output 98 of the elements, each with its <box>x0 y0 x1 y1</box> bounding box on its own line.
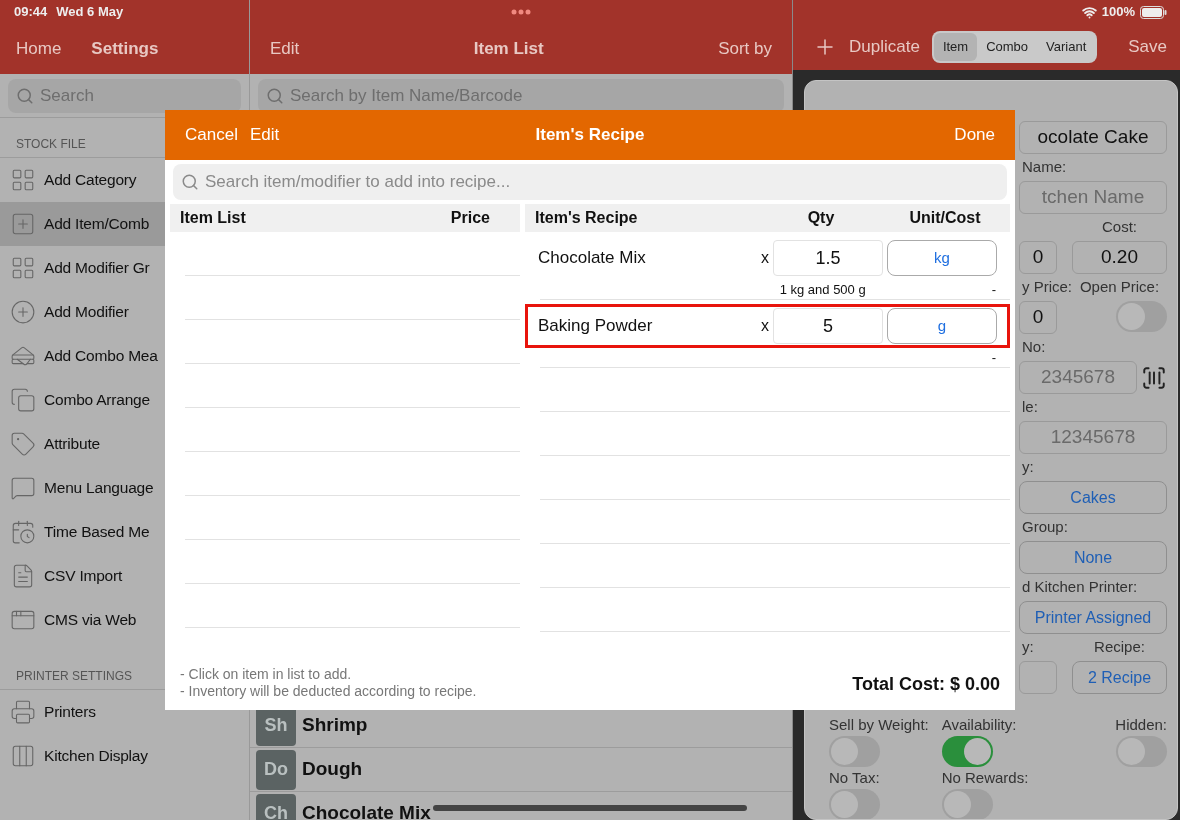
cost-value: - <box>991 348 996 367</box>
total-cost: Total Cost: $ 0.00 <box>852 673 1000 696</box>
toggle-switch[interactable] <box>1116 301 1167 332</box>
item-initials: Ch <box>256 793 296 820</box>
field-label: le: <box>1021 397 1038 418</box>
unit-button[interactable]: g <box>887 308 997 344</box>
duplicate-button[interactable]: Duplicate <box>849 34 920 60</box>
field-label: Name: <box>1021 157 1067 178</box>
speech-bubble-icon <box>10 475 36 501</box>
text-field[interactable] <box>1019 661 1057 694</box>
toggle-switch[interactable] <box>829 736 880 767</box>
toggle-switch[interactable] <box>941 736 993 767</box>
field-label: Group: <box>1021 517 1068 538</box>
sidebar-item[interactable]: Combo Arrange <box>0 378 165 422</box>
item-initials: Do <box>256 749 296 790</box>
column-header: Item's Recipe <box>535 208 639 228</box>
text-field[interactable]: 0.20 <box>1072 241 1167 274</box>
sidebar-item[interactable]: Kitchen Display <box>0 734 165 778</box>
sidebar-item[interactable]: Add Category <box>0 158 165 202</box>
field-label: y: <box>1021 457 1034 478</box>
unit-button[interactable]: kg <box>887 240 997 276</box>
field-label: d Kitchen Printer: <box>1021 577 1138 598</box>
header-title: Settings <box>91 38 159 61</box>
sidebar-item[interactable]: Add Combo Mea <box>0 334 165 378</box>
recipe-item-name: Chocolate Mix <box>538 247 647 270</box>
grid-icon <box>10 255 36 281</box>
switch-label: No Tax: <box>829 768 880 785</box>
switch-label: Sell by Weight: <box>829 715 929 732</box>
recipe-item-name: Baking Powder <box>538 315 654 338</box>
field-label: y: <box>1021 637 1034 658</box>
field-label: Recipe: <box>1093 637 1146 658</box>
recipe-row[interactable]: Baking Powder x 5 g <box>525 304 1010 348</box>
field-label: y Price: <box>1021 277 1072 298</box>
wifi-icon <box>1081 4 1097 20</box>
text-field[interactable]: 0 <box>1019 241 1057 274</box>
qty-field[interactable]: 5 <box>773 308 883 344</box>
cost-value: - <box>991 280 996 299</box>
search-icon <box>181 173 199 191</box>
status-time: 09:44 <box>14 3 48 22</box>
sidebar-item[interactable]: Add Item/Comb <box>0 202 165 246</box>
hint-text: - Inventory will be deducted according to recipe. <box>180 683 477 700</box>
barcode-scan-icon[interactable] <box>1141 364 1167 391</box>
sidebar-item[interactable]: Printers <box>0 690 165 734</box>
battery-icon <box>1140 5 1167 19</box>
search-icon <box>16 86 34 105</box>
section-header: PRINTER SETTINGS <box>15 667 133 685</box>
multiply-sign: x <box>761 316 769 336</box>
switch-label: No Rewards: <box>941 768 1029 785</box>
switch-label: Availability: <box>941 715 1017 732</box>
grid-icon <box>10 167 36 193</box>
field-label: Cost: <box>1101 217 1138 238</box>
printer-icon <box>10 699 36 725</box>
segment-tab[interactable]: Variant <box>1037 33 1096 61</box>
battery-percentage: 100% <box>1101 3 1135 22</box>
sidebar-item[interactable]: Menu Language <box>0 466 165 510</box>
multiply-sign: x <box>761 248 769 268</box>
header-title: Item List <box>473 38 544 61</box>
column-header: Qty <box>806 208 836 228</box>
sidebar-item[interactable]: Time Based Me <box>0 510 165 554</box>
status-date: Wed 6 May <box>56 3 124 22</box>
search-icon <box>266 87 284 105</box>
text-field[interactable]: 0 <box>1019 301 1057 334</box>
item-row[interactable]: Do Dough <box>250 748 792 792</box>
multitasking-dots-icon[interactable] <box>511 9 531 15</box>
switch-label: Hidden: <box>1115 715 1167 732</box>
segment-tab[interactable]: Item <box>933 33 978 61</box>
section-header: STOCK FILE <box>15 135 87 153</box>
dialog-title: Item's Recipe <box>535 124 645 147</box>
home-button[interactable]: Home <box>16 36 62 62</box>
edit-button[interactable]: Edit <box>270 36 300 62</box>
circle-plus-icon <box>10 299 36 325</box>
segment-tab[interactable]: Combo <box>977 33 1038 61</box>
tag-icon <box>10 431 36 457</box>
unit-conversion: 1 kg and 500 g <box>778 280 867 299</box>
clock-icon <box>10 519 36 545</box>
toggle-switch[interactable] <box>941 789 993 819</box>
columns-icon <box>10 743 36 769</box>
home-indicator[interactable] <box>433 805 747 811</box>
save-button[interactable]: Save <box>1128 34 1167 60</box>
column-header: Item List <box>180 208 246 228</box>
sidebar-item[interactable]: Add Modifier <box>0 290 165 334</box>
toggle-switch[interactable] <box>829 789 880 819</box>
hint-text: - Click on item in list to add. <box>180 666 353 683</box>
sidebar-item[interactable]: Attribute <box>0 422 165 466</box>
column-header: Unit/Cost <box>908 208 982 228</box>
sidebar-item[interactable]: CSV Import <box>0 554 165 598</box>
toggle-switch[interactable] <box>1116 736 1167 767</box>
text-field[interactable]: ocolate Cake <box>1019 121 1167 154</box>
sidebar-item[interactable]: CMS via Web <box>0 598 165 642</box>
field-label: No: <box>1021 337 1046 358</box>
cards-icon <box>10 387 36 413</box>
square-plus-icon <box>10 211 36 237</box>
column-header: Price <box>450 208 490 228</box>
recipe-row[interactable]: Chocolate Mix x 1.5 kg <box>525 236 1010 280</box>
field-label: Open Price: <box>1078 277 1161 298</box>
sidebar-item[interactable]: Add Modifier Gr <box>0 246 165 290</box>
sort-button[interactable]: Sort by <box>718 36 772 62</box>
qty-field[interactable]: 1.5 <box>773 240 883 276</box>
